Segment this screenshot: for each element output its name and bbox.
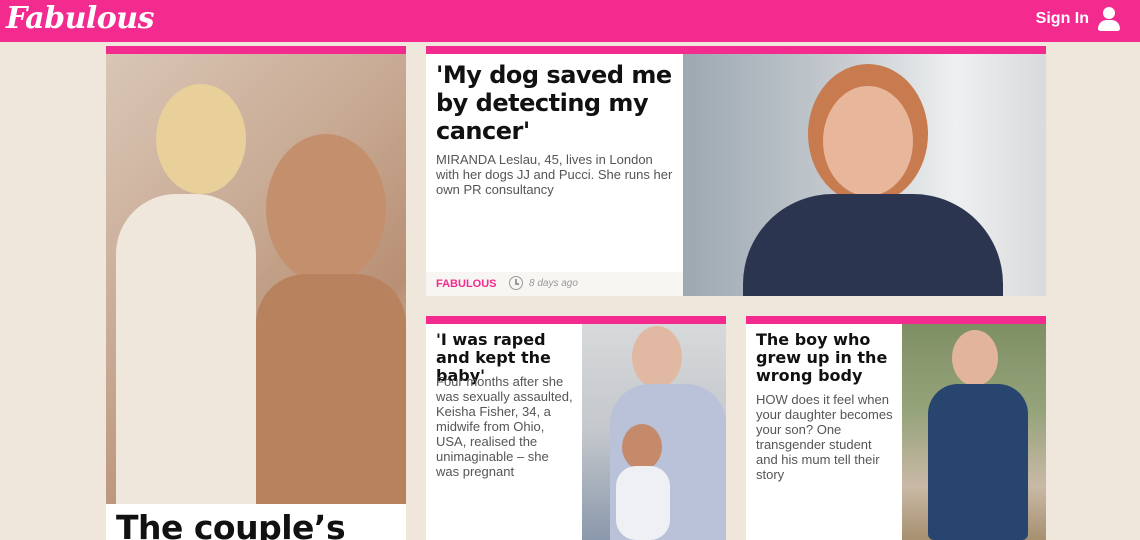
card-accent-bar (746, 316, 1046, 324)
top-nav-bar: Fabulous Sign In (0, 0, 1140, 42)
card-accent-bar (426, 46, 1046, 54)
article-image-woman[interactable] (683, 54, 1046, 296)
article-card-wrong-body[interactable]: The boy who grew up in the wrong body HO… (746, 316, 1046, 540)
article-headline[interactable]: 'My dog saved me by detecting my cancer' (436, 61, 676, 145)
section-tag[interactable]: FABULOUS (436, 278, 497, 290)
article-card-kept-baby[interactable]: 'I was raped and kept the baby' Four mon… (426, 316, 726, 540)
article-standfirst: MIRANDA Leslau, 45, lives in London with… (436, 152, 673, 197)
article-card-couple[interactable]: The couple’s (106, 46, 406, 540)
clock-icon (509, 276, 523, 290)
article-timestamp: 8 days ago (529, 278, 578, 289)
article-image-student[interactable] (902, 324, 1046, 540)
card-accent-bar (426, 316, 726, 324)
sign-in-button[interactable]: Sign In (1036, 6, 1120, 32)
article-card-dog-cancer[interactable]: 'My dog saved me by detecting my cancer'… (426, 46, 1046, 296)
article-standfirst: HOW does it feel when your daughter beco… (756, 392, 893, 482)
sign-in-label: Sign In (1035, 10, 1089, 27)
user-icon (1098, 6, 1120, 32)
article-headline[interactable]: The couple’s (116, 508, 346, 540)
fabulous-logo[interactable]: Fabulous (6, 1, 155, 36)
article-headline[interactable]: The boy who grew up in the wrong body (756, 331, 896, 385)
article-image-couple[interactable] (106, 54, 406, 504)
card-accent-bar (106, 46, 406, 54)
article-meta: FABULOUS 8 days ago (426, 272, 683, 296)
article-standfirst: Four months after she was sexually assau… (436, 374, 573, 479)
article-image-mother-baby[interactable] (582, 324, 726, 540)
